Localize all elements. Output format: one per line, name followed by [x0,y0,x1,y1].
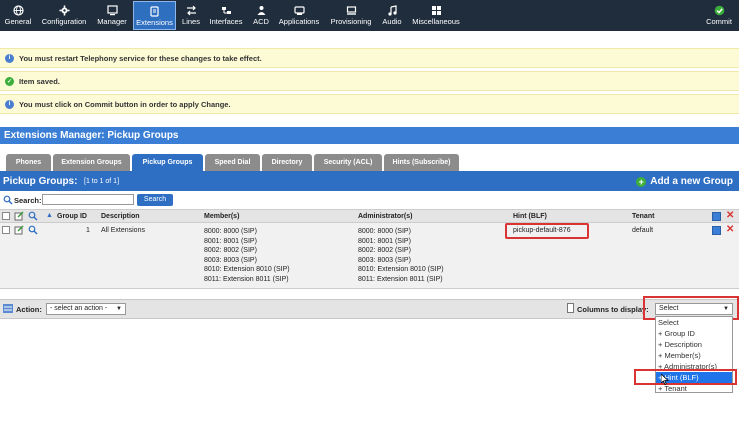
search-icon [28,211,38,223]
table-header: ▲ Group ID Description Member(s) Adminis… [0,209,739,223]
action-label: Action: [16,305,42,314]
cell-group-id: 1 [86,227,90,234]
column-members[interactable]: Member(s) [204,213,239,220]
list-title: Pickup Groups: [3,176,78,187]
top-navigation: General Configuration Manager Extensions… [0,0,739,31]
columns-option[interactable]: + Group ID [656,328,732,339]
search-button[interactable]: Search [137,194,173,206]
info-message: i You must restart Telephony service for… [0,48,739,68]
edit-icon [14,211,24,223]
applications-icon [292,4,306,16]
tab-hints-subscribe[interactable]: Hints (Subscribe) [384,154,459,171]
monitor-icon [105,4,119,16]
search-row: Search: Search [0,191,739,209]
music-icon [385,4,399,16]
column-description[interactable]: Description [101,213,140,220]
view-icon[interactable] [28,225,38,237]
page-title: Extensions Manager: Pickup Groups [0,127,739,144]
tab-pickup-groups[interactable]: Pickup Groups [132,154,203,171]
columns-option[interactable]: + Description [656,339,732,350]
globe-icon [11,4,25,16]
mouse-cursor-icon [660,373,670,387]
sort-asc-icon[interactable]: ▲ [46,212,53,219]
check-circle-icon [712,4,726,16]
columns-label: Columns to display: [577,305,649,314]
tab-directory[interactable]: Directory [262,154,312,171]
tab-bar: Phones Extension Groups Pickup Groups Sp… [6,154,461,171]
nav-manager[interactable]: Manager [94,1,130,30]
option-highlight [634,369,737,385]
columns-icon [567,303,574,313]
check-icon: ✓ [5,76,14,86]
column-hint[interactable]: Hint (BLF) [513,213,547,220]
action-select[interactable]: - select an action - ▼ [46,303,126,315]
hint-highlight [505,223,589,239]
column-tenant[interactable]: Tenant [632,213,654,220]
interfaces-icon [219,4,233,16]
delete-icon[interactable]: ✕ [726,210,734,221]
nav-provisioning[interactable]: Provisioning [327,1,375,30]
grid-icon [429,4,443,16]
phone-book-icon [148,5,162,17]
add-group-button[interactable]: + Add a new Group [636,176,733,187]
action-bar: Action: - select an action - ▼ Columns t… [0,299,739,319]
info-icon: i [5,99,14,109]
edit-icon[interactable] [14,225,24,237]
commit-button[interactable]: Commit [703,1,735,30]
tab-extension-groups[interactable]: Extension Groups [53,154,130,171]
person-icon [254,4,268,16]
column-administrators[interactable]: Administrator(s) [358,213,412,220]
plus-icon: + [636,176,647,187]
search-input[interactable] [42,194,134,205]
info-message: i You must click on Commit button in ord… [0,94,739,114]
cell-administrators: 8000: 8000 (SIP) 8001: 8001 (SIP) 8002: … [358,228,444,283]
list-icon [3,304,13,315]
checkbox-icon[interactable] [712,212,721,221]
nav-applications[interactable]: Applications [276,1,322,30]
select-all-checkbox[interactable] [2,212,10,220]
info-icon: i [5,53,14,63]
row-checkbox[interactable] [2,226,10,234]
tab-security-acl[interactable]: Security (ACL) [314,154,382,171]
success-message: ✓ Item saved. [0,71,739,91]
nav-miscellaneous[interactable]: Miscellaneous [409,1,463,30]
nav-configuration[interactable]: Configuration [38,1,90,30]
nav-extensions[interactable]: Extensions [133,1,176,30]
record-count: [1 to 1 of 1] [84,178,120,185]
cell-description: All Extensions [101,227,145,234]
nav-acd[interactable]: ACD [250,1,272,30]
columns-option[interactable]: + Member(s) [656,350,732,361]
chevron-down-icon: ▼ [116,306,122,312]
nav-lines[interactable]: Lines [180,1,202,30]
nav-general[interactable]: General [2,1,34,30]
table-row: 1 All Extensions 8000: 8000 (SIP) 8001: … [0,223,739,289]
nav-audio[interactable]: Audio [380,1,404,30]
delete-icon[interactable]: ✕ [726,224,734,235]
provisioning-icon [344,4,358,16]
checkbox-icon[interactable] [712,226,721,235]
search-icon [3,195,13,207]
column-group-id[interactable]: Group ID [57,213,87,220]
list-header: Pickup Groups: [1 to 1 of 1] + Add a new… [0,173,739,191]
search-label: Search: [14,196,42,205]
cell-members: 8000: 8000 (SIP) 8001: 8001 (SIP) 8002: … [204,228,290,283]
tab-speed-dial[interactable]: Speed Dial [205,154,260,171]
arrows-icon [184,4,198,16]
tab-phones[interactable]: Phones [6,154,51,171]
columns-option[interactable]: Select [656,317,732,328]
cell-tenant: default [632,227,654,234]
gear-icon [57,4,71,16]
nav-interfaces[interactable]: Interfaces [207,1,245,30]
